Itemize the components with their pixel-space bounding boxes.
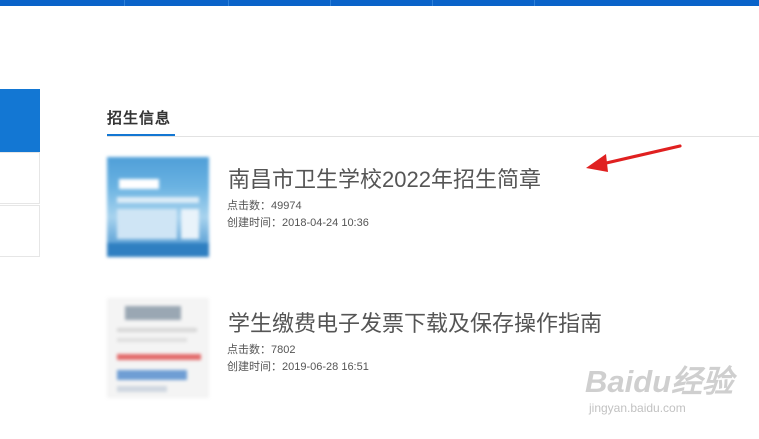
sidebar-item[interactable] xyxy=(0,152,40,204)
baidu-watermark: Baidu经验 jingyan.baidu.com xyxy=(585,356,733,426)
article-thumbnail[interactable] xyxy=(107,298,209,398)
article-thumbnail[interactable] xyxy=(107,157,209,257)
created-time-value: 2019-06-28 16:51 xyxy=(282,361,369,373)
article-title-link[interactable]: 学生缴费电子发票下载及保存操作指南 xyxy=(228,306,602,338)
section-divider xyxy=(107,136,759,137)
click-count: 点击数：7802 xyxy=(227,341,295,357)
created-time-value: 2018-04-24 10:36 xyxy=(282,217,369,229)
created-time-label: 创建时间： xyxy=(227,217,282,229)
created-time: 创建时间：2018-04-24 10:36 xyxy=(227,214,369,230)
watermark-url: jingyan.baidu.com xyxy=(589,401,686,415)
click-count-label: 点击数： xyxy=(227,200,271,212)
top-nav-bar xyxy=(0,0,759,6)
nav-divider xyxy=(432,0,433,6)
nav-divider xyxy=(228,0,229,6)
annotation-arrow-icon xyxy=(586,144,682,172)
nav-divider xyxy=(330,0,331,6)
click-count-value: 49974 xyxy=(271,200,302,212)
click-count-label: 点击数： xyxy=(227,344,271,356)
created-time: 创建时间：2019-06-28 16:51 xyxy=(227,358,369,374)
created-time-label: 创建时间： xyxy=(227,361,282,373)
section-title: 招生信息 xyxy=(107,110,172,127)
nav-divider xyxy=(534,0,535,6)
watermark-logo: Baidu经验 xyxy=(585,364,734,399)
click-count-value: 7802 xyxy=(271,344,296,356)
sidebar-item-active[interactable] xyxy=(0,89,40,152)
click-count: 点击数：49974 xyxy=(227,197,302,213)
nav-divider xyxy=(124,0,125,6)
sidebar-item[interactable] xyxy=(0,205,40,257)
article-title-link[interactable]: 南昌市卫生学校2022年招生简章 xyxy=(228,162,541,194)
